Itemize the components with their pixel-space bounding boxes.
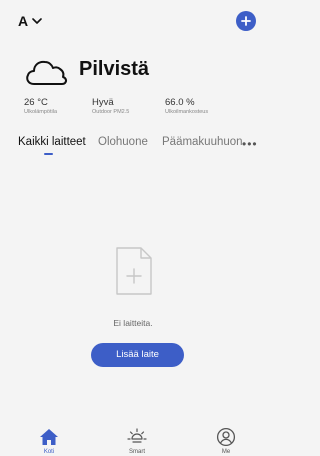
stat-humidity: 66.0 % Ulkoilmankosteus [165, 97, 208, 115]
weather-condition: Pilvistä [79, 58, 150, 80]
active-tab-indicator [44, 153, 53, 155]
tab-all-devices[interactable]: Kaikki laitteet [18, 136, 86, 148]
home-selector[interactable]: A [18, 13, 42, 29]
stat-value: 66.0 % [165, 97, 195, 108]
user-icon [216, 427, 236, 447]
more-tabs-button[interactable]: ••• [242, 137, 258, 151]
stat-pm25: Hyvä Outdoor PM2.5 [92, 97, 129, 115]
nav-item-me[interactable]: Me [206, 427, 246, 455]
room-tabs: Kaikki laitteet Olohuone Päämakuuhuon [0, 136, 266, 160]
stat-label: Ulkoilmankosteus [165, 109, 209, 115]
nav-label: Me [221, 449, 231, 455]
top-bar: A [0, 0, 266, 31]
add-device-button[interactable]: Lisää laite [91, 343, 184, 367]
chevron-down-icon [32, 18, 42, 24]
stat-temperature: 26 °C Ulkolämpötila [24, 97, 57, 115]
home-icon [40, 429, 58, 445]
weather-stats: 26 °C Ulkolämpötila Hyvä Outdoor PM2.5 6… [0, 97, 266, 121]
add-button[interactable] [236, 11, 256, 31]
stat-value: Hyvä [92, 97, 114, 108]
tab-living-room[interactable]: Olohuone [98, 136, 148, 148]
stat-value: 26 °C [24, 97, 48, 108]
sun-icon [127, 428, 147, 443]
nav-item-smart[interactable]: Smart [117, 427, 157, 455]
empty-state-message: Ei laitteita. [113, 318, 153, 328]
home-name: A [18, 13, 29, 29]
tab-master-bedroom[interactable]: Päämakuuhuon [162, 136, 243, 148]
nav-item-home[interactable]: Koti [29, 427, 69, 455]
empty-document-plus-icon [116, 247, 152, 295]
stat-label: Ulkolämpötila [24, 109, 58, 115]
cloud-icon [26, 60, 68, 85]
nav-label: Koti [43, 449, 55, 455]
stat-label: Outdoor PM2.5 [92, 109, 130, 115]
weather-icon-wrap [24, 53, 68, 91]
bottom-nav: Koti Smart Me [0, 420, 266, 456]
nav-label: Smart [128, 449, 145, 455]
plus-icon [241, 16, 251, 26]
